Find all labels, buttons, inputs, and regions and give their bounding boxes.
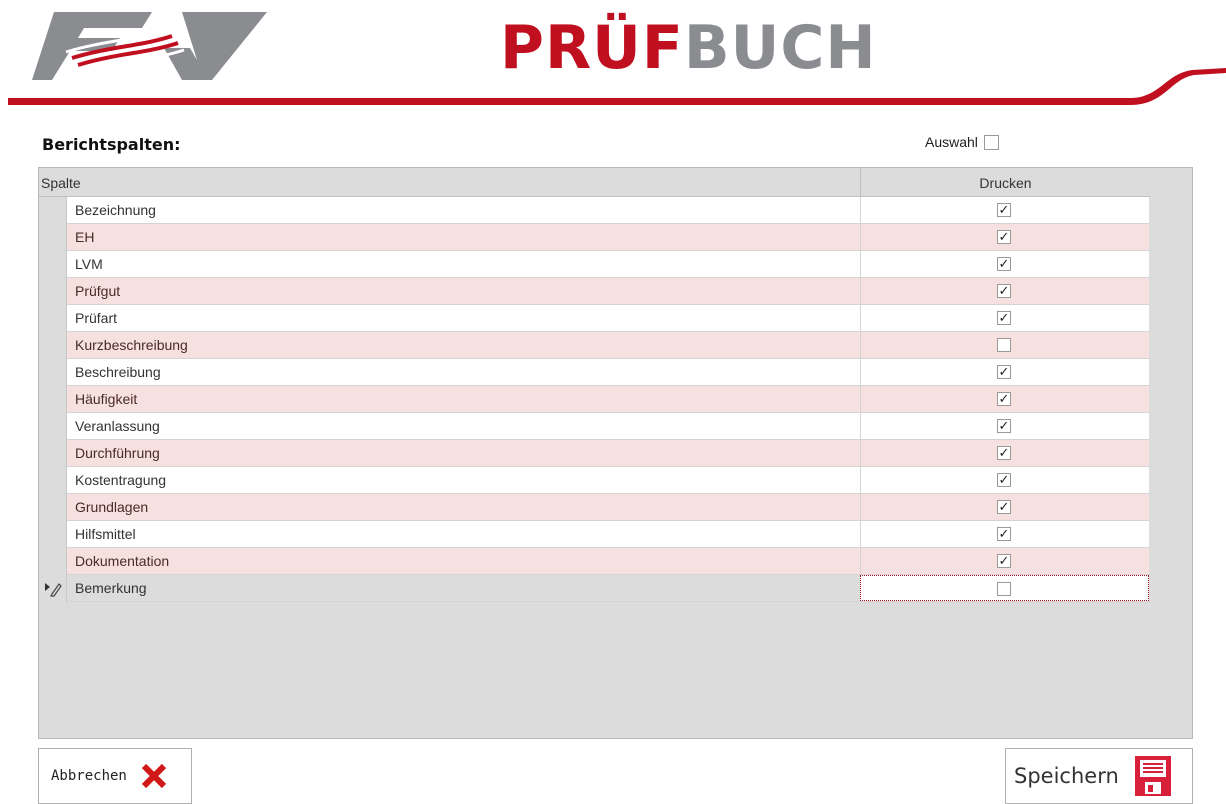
row-column-name[interactable]: Durchführung [67,440,860,466]
row-print-cell[interactable] [860,575,1149,601]
row-print-cell[interactable]: ✓ [860,278,1149,304]
print-checkbox[interactable]: ✓ [997,257,1011,271]
select-all-checkbox[interactable] [983,134,999,150]
row-column-name[interactable]: Bemerkung [67,575,860,601]
select-all-label: Auswahl [925,134,978,150]
close-x-icon [141,763,166,789]
columns-grid: Spalte Drucken Bezeichnung ✓ EH ✓ LVM ✓ Prüfgu… [38,167,1193,739]
row-column-name[interactable]: Grundlagen [67,494,860,520]
row-column-name[interactable]: LVM [67,251,860,277]
print-checkbox[interactable]: ✓ [997,230,1011,244]
row-column-name[interactable]: Bezeichnung [67,197,860,223]
row-column-name[interactable]: Kostentragung [67,467,860,493]
table-row[interactable]: LVM ✓ [39,251,1150,278]
row-print-cell[interactable]: ✓ [860,197,1149,223]
row-print-cell[interactable]: ✓ [860,548,1149,574]
row-print-cell[interactable]: ✓ [860,467,1149,493]
table-row[interactable]: Kurzbeschreibung [39,332,1150,359]
print-checkbox[interactable]: ✓ [997,311,1011,325]
row-selector[interactable] [39,332,67,359]
table-row[interactable]: Häufigkeit ✓ [39,386,1150,413]
print-checkbox[interactable]: ✓ [997,446,1011,460]
table-row[interactable]: Hilfsmittel ✓ [39,521,1150,548]
row-column-name[interactable]: Beschreibung [67,359,860,385]
section-title: Berichtspalten: [42,135,181,154]
table-row[interactable]: Beschreibung ✓ [39,359,1150,386]
column-header-spalte[interactable]: Spalte [41,175,81,191]
print-checkbox[interactable]: ✓ [997,392,1011,406]
row-selector[interactable] [39,413,67,440]
row-column-name[interactable]: EH [67,224,860,250]
table-row[interactable]: Bezeichnung ✓ [39,197,1150,224]
table-row[interactable]: Bemerkung [39,575,1150,602]
row-selector[interactable] [39,467,67,494]
print-checkbox[interactable]: ✓ [997,419,1011,433]
print-checkbox[interactable] [997,338,1011,352]
table-row[interactable]: Prüfgut ✓ [39,278,1150,305]
row-selector[interactable] [39,197,67,224]
floppy-disk-icon [1134,756,1171,796]
row-selector[interactable] [39,278,67,305]
row-selector[interactable] [39,224,67,251]
row-column-name[interactable]: Prüfart [67,305,860,331]
print-checkbox[interactable]: ✓ [997,527,1011,541]
row-selector[interactable] [39,440,67,467]
cancel-button[interactable]: Abbrechen [38,748,192,804]
save-button-label: Speichern [1014,764,1119,788]
select-all-control[interactable]: Auswahl [925,134,999,150]
row-selector[interactable] [39,548,67,575]
row-selector[interactable] [39,359,67,386]
row-print-cell[interactable]: ✓ [860,413,1149,439]
grid-header: Spalte Drucken [39,168,1150,197]
row-column-name[interactable]: Dokumentation [67,548,860,574]
row-selector[interactable] [39,494,67,521]
row-column-name[interactable]: Prüfgut [67,278,860,304]
row-selector[interactable] [39,305,67,332]
row-print-cell[interactable]: ✓ [860,359,1149,385]
cancel-button-label: Abbrechen [51,768,127,784]
table-row[interactable]: Durchführung ✓ [39,440,1150,467]
edit-pencil-icon [45,583,62,597]
app-header: PRÜFBUCH [0,0,1226,120]
header-divider-line [8,68,1226,105]
row-print-cell[interactable]: ✓ [860,440,1149,466]
print-checkbox[interactable]: ✓ [997,365,1011,379]
row-selector[interactable] [39,251,67,278]
table-row[interactable]: Kostentragung ✓ [39,467,1150,494]
row-print-cell[interactable]: ✓ [860,305,1149,331]
print-checkbox[interactable] [997,582,1011,596]
row-print-cell[interactable]: ✓ [860,521,1149,547]
table-row[interactable]: Veranlassung ✓ [39,413,1150,440]
row-column-name[interactable]: Veranlassung [67,413,860,439]
row-print-cell[interactable]: ✓ [860,224,1149,250]
print-checkbox[interactable]: ✓ [997,203,1011,217]
row-column-name[interactable]: Hilfsmittel [67,521,860,547]
row-print-cell[interactable]: ✓ [860,386,1149,412]
print-checkbox[interactable]: ✓ [997,473,1011,487]
row-print-cell[interactable]: ✓ [860,251,1149,277]
row-column-name[interactable]: Häufigkeit [67,386,860,412]
print-checkbox[interactable]: ✓ [997,500,1011,514]
row-column-name[interactable]: Kurzbeschreibung [67,332,860,358]
table-row[interactable]: Dokumentation ✓ [39,548,1150,575]
print-checkbox[interactable]: ✓ [997,284,1011,298]
row-selector[interactable] [39,386,67,413]
row-selector[interactable] [39,521,67,548]
save-button[interactable]: Speichern [1005,748,1193,804]
table-row[interactable]: Grundlagen ✓ [39,494,1150,521]
row-selector[interactable] [39,575,67,602]
table-row[interactable]: EH ✓ [39,224,1150,251]
column-header-drucken[interactable]: Drucken [860,168,1150,196]
print-checkbox[interactable]: ✓ [997,554,1011,568]
table-row[interactable]: Prüfart ✓ [39,305,1150,332]
row-print-cell[interactable]: ✓ [860,494,1149,520]
row-print-cell[interactable] [860,332,1149,358]
grid-rows: Bezeichnung ✓ EH ✓ LVM ✓ Prüfgut ✓ Prüfart ✓ Kurzb… [39,197,1150,602]
